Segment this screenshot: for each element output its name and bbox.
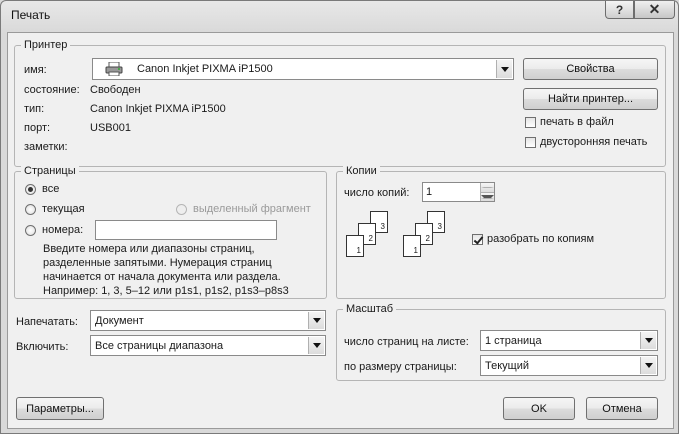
include-label: Включить: [16, 341, 69, 353]
duplex-checkbox[interactable] [525, 137, 536, 148]
help-button[interactable]: ? [605, 1, 634, 19]
cancel-button[interactable]: Отмена [586, 397, 658, 420]
page-1-icon: 1 [346, 235, 364, 257]
include-select[interactable]: Все страницы диапазона [90, 335, 326, 356]
printer-icon [105, 61, 123, 79]
printer-port-value: USB001 [90, 122, 131, 134]
page-numbers-input[interactable] [95, 220, 277, 240]
printer-name-value: Canon Inkjet PIXMA iP1500 [137, 63, 273, 75]
printer-type-value: Canon Inkjet PIXMA iP1500 [90, 103, 226, 115]
print-what-label: Напечатать: [16, 316, 78, 328]
duplex-label[interactable]: двусторонняя печать [540, 136, 647, 148]
chevron-down-icon[interactable] [496, 60, 512, 78]
pages-per-sheet-label: число страниц на листе: [344, 336, 469, 348]
scale-to-paper-value: Текущий [485, 359, 529, 372]
pages-all-label[interactable]: все [42, 183, 59, 195]
scale-to-paper-label: по размеру страницы: [344, 361, 457, 373]
pages-group-legend: Страницы [21, 165, 79, 177]
copies-count-input[interactable]: 1 [422, 182, 495, 202]
include-value: Все страницы диапазона [95, 339, 224, 352]
pages-per-sheet-value: 1 страница [485, 334, 542, 347]
printer-port-label: порт: [24, 122, 51, 134]
printer-type-label: тип: [24, 103, 45, 115]
dialog-client-area: Принтер имя: Canon Inkjet PIXMA iP1500 С… [7, 32, 674, 429]
printer-status-value: Свободен [90, 84, 141, 96]
copies-group-legend: Копии [343, 165, 380, 177]
pages-hint-line-1: Введите номера или диапазоны страниц, [43, 243, 255, 255]
printer-name-label: имя: [24, 64, 47, 76]
pages-per-sheet-select[interactable]: 1 страница [480, 330, 658, 351]
printer-notes-label: заметки: [24, 141, 68, 153]
page-1-icon: 1 [403, 235, 421, 257]
pages-hint-line-3: начинается от начала документа или разде… [43, 271, 281, 283]
pages-current-label[interactable]: текущая [42, 203, 85, 215]
zoom-group-legend: Масштаб [343, 303, 397, 315]
print-to-file-checkbox[interactable] [525, 117, 536, 128]
collate-label[interactable]: разобрать по копиям [487, 233, 594, 245]
pages-selection-radio[interactable] [176, 204, 187, 215]
properties-button[interactable]: Свойства [523, 58, 658, 80]
spin-down-icon[interactable] [481, 192, 494, 201]
copies-spinner[interactable] [480, 183, 494, 201]
printer-group-legend: Принтер [21, 39, 71, 51]
pages-selection-label[interactable]: выделенный фрагмент [193, 203, 311, 215]
options-button[interactable]: Параметры... [16, 397, 104, 420]
copies-count-label: число копий: [344, 187, 410, 199]
ok-button[interactable]: OK [503, 397, 575, 420]
printer-status-label: состояние: [24, 84, 80, 96]
scale-to-paper-select[interactable]: Текущий [480, 355, 658, 376]
chevron-down-icon[interactable] [308, 312, 324, 329]
pages-numbers-radio[interactable] [25, 225, 36, 236]
print-what-select[interactable]: Документ [90, 310, 326, 331]
pages-all-radio[interactable] [25, 184, 36, 195]
close-icon: ✕ [648, 1, 661, 17]
pages-hint-line-4: Например: 1, 3, 5–12 или p1s1, p1s2, p1s… [43, 285, 289, 297]
pages-hint-line-2: разделенные запятыми. Нумерация страниц [43, 257, 272, 269]
pages-current-radio[interactable] [25, 204, 36, 215]
collate-checkbox[interactable] [472, 234, 483, 245]
dialog-title: Печать [11, 8, 51, 22]
print-what-value: Документ [95, 314, 144, 327]
printer-name-select[interactable]: Canon Inkjet PIXMA iP1500 [92, 58, 514, 80]
chevron-down-icon[interactable] [308, 337, 324, 354]
help-icon: ? [615, 2, 624, 17]
chevron-down-icon[interactable] [640, 357, 656, 374]
pages-numbers-label[interactable]: номера: [42, 224, 83, 236]
print-to-file-label[interactable]: печать в файл [540, 116, 614, 128]
close-button[interactable]: ✕ [634, 1, 675, 19]
find-printer-button[interactable]: Найти принтер... [523, 88, 658, 110]
print-dialog: Печать ? ✕ Принтер имя: Canon Inkjet PIX… [0, 0, 679, 434]
spin-up-icon[interactable] [481, 183, 494, 193]
chevron-down-icon[interactable] [640, 332, 656, 349]
